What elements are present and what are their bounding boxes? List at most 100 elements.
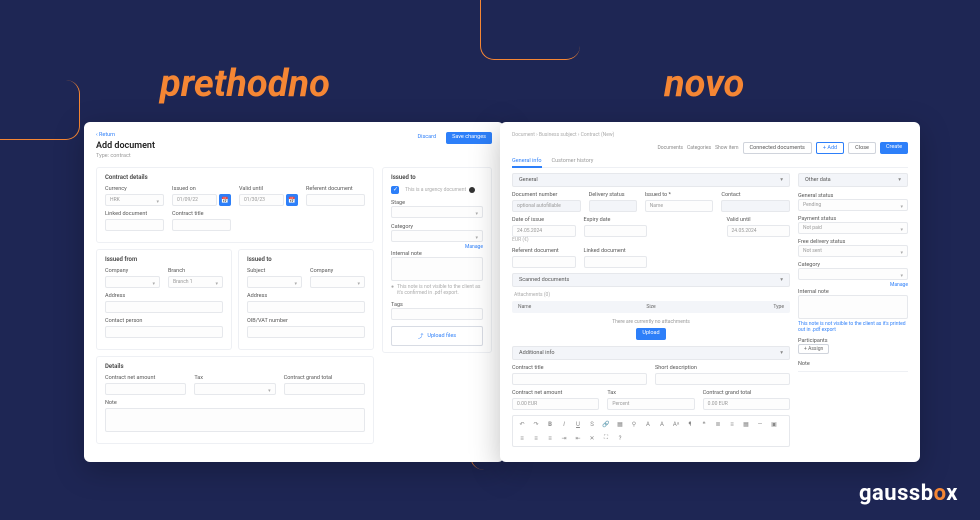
size-icon[interactable]: Aᵃ [671,419,681,429]
category-select[interactable] [798,268,908,280]
show-item-link[interactable]: Show item [715,145,738,151]
indent-icon[interactable]: ⇥ [559,433,569,443]
net-amount-input[interactable] [105,383,186,395]
bold-icon[interactable]: B [545,419,555,429]
company-select[interactable] [310,276,365,288]
referent-doc-input[interactable] [512,256,576,268]
issued-to-card: Issued to Subject Company Address OIB/VA… [238,249,374,350]
date-of-issue-input[interactable]: 24.05.2024 [512,225,576,237]
linked-doc-input[interactable] [584,256,648,268]
calendar-icon[interactable]: 📅 [219,194,231,206]
panel-after: Document › Business subject › Contract (… [500,122,920,462]
underline-icon[interactable]: U [573,419,583,429]
strike-icon[interactable]: S [587,419,597,429]
clear-icon[interactable]: ✕ [587,433,597,443]
internal-note-textarea[interactable] [798,295,908,319]
help-icon[interactable]: ? [615,433,625,443]
chevron-down-icon: ▾ [780,350,783,356]
list-ul-icon[interactable]: ≣ [713,419,723,429]
fullscreen-icon[interactable]: ⛶ [601,433,611,443]
italic-icon[interactable]: I [559,419,569,429]
grand-total-input[interactable] [284,383,365,395]
hr-icon[interactable]: — [755,419,765,429]
contact-person-input[interactable] [105,326,223,338]
tax-input[interactable]: Percent [607,398,694,410]
section-other-data[interactable]: Other data▾ [798,173,908,187]
close-button[interactable]: Close [848,142,876,154]
align-left-icon[interactable]: ≡ [517,433,527,443]
back-link[interactable]: ‹ Return [96,132,155,138]
upload-button[interactable]: Upload [636,328,665,340]
quote-icon[interactable]: ❝ [699,419,709,429]
save-button[interactable]: Save changes [446,132,492,144]
font-icon[interactable]: A [643,419,653,429]
section-scanned[interactable]: Scanned documents▾ [512,273,790,287]
delivery-status-select[interactable]: Not sent [798,245,908,257]
issued-on-input[interactable]: 01/09/22 [172,194,217,206]
payment-status-select[interactable]: Not paid [798,222,908,234]
outdent-icon[interactable]: ⇤ [573,433,583,443]
contract-title-input[interactable] [512,373,647,385]
note-textarea[interactable] [105,408,365,432]
contract-details-card: Contract details CurrencyHRK Issued on01… [96,167,374,243]
branch-select[interactable]: Branch 1 [168,276,223,288]
tab-general-info[interactable]: General info [512,158,542,168]
manage-link[interactable]: Manage [391,244,483,250]
align-right-icon[interactable]: ≡ [545,433,555,443]
assign-button[interactable]: + Assign [798,344,829,354]
urgency-checkbox[interactable] [391,186,399,194]
urgency-dot-icon [469,187,475,193]
tags-input[interactable] [391,308,483,320]
manage-link[interactable]: Manage [798,282,908,288]
table-icon[interactable]: ▦ [741,419,751,429]
documents-link[interactable]: Documents [657,145,683,151]
grand-total-input[interactable]: 0.00 EUR [703,398,790,410]
link-icon[interactable]: 🔗 [601,419,611,429]
categories-link[interactable]: Categories [687,145,711,151]
contract-title-input[interactable] [172,219,231,231]
subject-select[interactable] [247,276,302,288]
oibvat-input[interactable] [247,326,365,338]
tax-input[interactable] [194,383,275,395]
color-icon[interactable]: A [657,419,667,429]
add-button[interactable]: + Add [816,142,844,154]
section-additional[interactable]: Additional info▾ [512,346,790,360]
net-amount-input[interactable]: 0.00 EUR [512,398,599,410]
sidebar-issued-to: Issued to This is a urgency document Sta… [382,167,492,353]
video-icon[interactable]: ▣ [769,419,779,429]
paragraph-icon[interactable]: ¶ [685,419,695,429]
upload-button[interactable]: ⤴Upload files [391,326,483,346]
category-select[interactable] [391,230,483,242]
undo-icon[interactable]: ↶ [517,419,527,429]
tab-customer-history[interactable]: Customer history [552,158,594,164]
code-icon[interactable]: ⚲ [629,419,639,429]
address-input[interactable] [105,301,223,313]
section-general[interactable]: General▾ [512,173,790,187]
linked-doc-input[interactable] [105,219,164,231]
valid-until-input[interactable]: 24.05.2024 [727,225,791,237]
create-button[interactable]: Create [880,142,908,154]
issued-to-input[interactable]: Name [645,200,714,212]
currency-select[interactable]: HRK [105,194,164,206]
doc-number-input[interactable]: optional autofillable [512,200,581,212]
delivery-status-input[interactable] [589,200,637,212]
discard-button[interactable]: Discard [412,132,443,144]
valid-until-input[interactable]: 01/30/23 [239,194,284,206]
contact-input[interactable] [721,200,790,212]
connected-docs-button[interactable]: Connected documents [743,142,812,154]
referent-doc-input[interactable] [306,194,365,206]
align-center-icon[interactable]: ≡ [531,433,541,443]
attachments-table-header: Name Size Type [512,301,790,313]
short-desc-input[interactable] [655,373,790,385]
internal-note-textarea[interactable] [391,257,483,281]
list-ol-icon[interactable]: ≡ [727,419,737,429]
redo-icon[interactable]: ↷ [531,419,541,429]
general-status-select[interactable]: Pending [798,199,908,211]
image-icon[interactable]: ▦ [615,419,625,429]
stage-select[interactable] [391,206,483,218]
calendar-icon[interactable]: 📅 [286,194,298,206]
expiry-date-input[interactable] [584,225,648,237]
address-input[interactable] [247,301,365,313]
chevron-down-icon: ▾ [780,277,783,283]
company-select[interactable] [105,276,160,288]
